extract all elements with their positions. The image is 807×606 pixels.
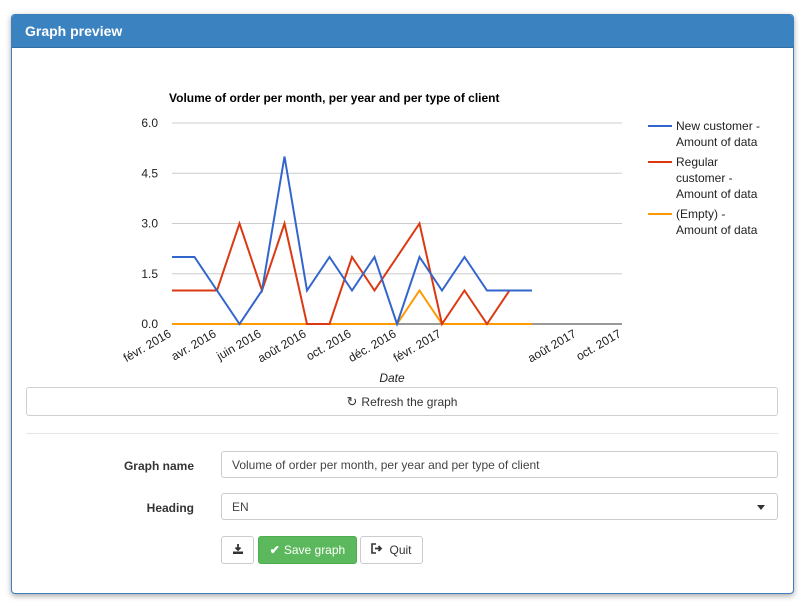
x-axis-label: Date	[379, 371, 405, 385]
x-tick-label: avr. 2016	[169, 326, 219, 363]
chart-title: Volume of order per month, per year and …	[169, 91, 500, 105]
legend-label: New customer -	[676, 119, 760, 133]
legend-label: Regular	[676, 155, 718, 169]
panel-title: Graph preview	[12, 15, 793, 48]
graph-name-input[interactable]: Volume of order per month, per year and …	[221, 451, 778, 478]
x-tick-label: oct. 2017	[574, 326, 624, 363]
legend-label: (Empty) -	[676, 207, 725, 221]
caret-down-icon	[757, 505, 765, 510]
x-tick-label: févr. 2017	[391, 326, 444, 365]
x-tick-label: août 2016	[255, 326, 309, 365]
y-tick-label: 3.0	[141, 217, 158, 231]
check-icon: ✔	[269, 543, 280, 557]
graph-preview-panel: Graph preview Volume of order per month,…	[11, 14, 794, 594]
y-tick-label: 0.0	[141, 317, 158, 331]
series-line	[172, 156, 532, 328]
y-tick-label: 4.5	[141, 166, 158, 180]
download-icon	[232, 543, 244, 558]
refresh-graph-button[interactable]: ↻ Refresh the graph	[26, 387, 778, 416]
download-button[interactable]	[221, 536, 254, 564]
quit-button[interactable]: Quit	[360, 536, 423, 564]
quit-label: Quit	[389, 543, 412, 557]
legend-label: customer -	[676, 171, 733, 185]
y-tick-label: 1.5	[141, 267, 158, 281]
x-tick-label: août 2017	[525, 326, 579, 365]
x-tick-label: févr. 2016	[121, 326, 174, 365]
heading-select-value: EN	[232, 500, 249, 514]
save-graph-button[interactable]: ✔ Save graph	[258, 536, 357, 564]
divider	[26, 433, 778, 434]
chart-area: Volume of order per month, per year and …	[12, 48, 793, 388]
series-line	[172, 288, 532, 325]
legend-label: Amount of data	[676, 187, 758, 201]
legend-label: Amount of data	[676, 135, 758, 149]
x-tick-label: déc. 2016	[346, 326, 399, 365]
legend-label: Amount of data	[676, 223, 758, 237]
x-tick-label: juin 2016	[213, 326, 263, 363]
refresh-icon: ↻	[346, 393, 358, 409]
heading-select[interactable]: EN	[221, 493, 778, 520]
y-tick-label: 6.0	[141, 116, 158, 130]
refresh-graph-label: Refresh the graph	[361, 394, 458, 409]
sign-out-icon	[371, 543, 384, 557]
save-graph-label: Save graph	[283, 543, 346, 557]
heading-label: Heading	[146, 501, 194, 515]
line-chart: Volume of order per month, per year and …	[121, 91, 760, 385]
x-tick-label: oct. 2016	[304, 326, 354, 363]
graph-name-label: Graph name	[123, 459, 194, 473]
